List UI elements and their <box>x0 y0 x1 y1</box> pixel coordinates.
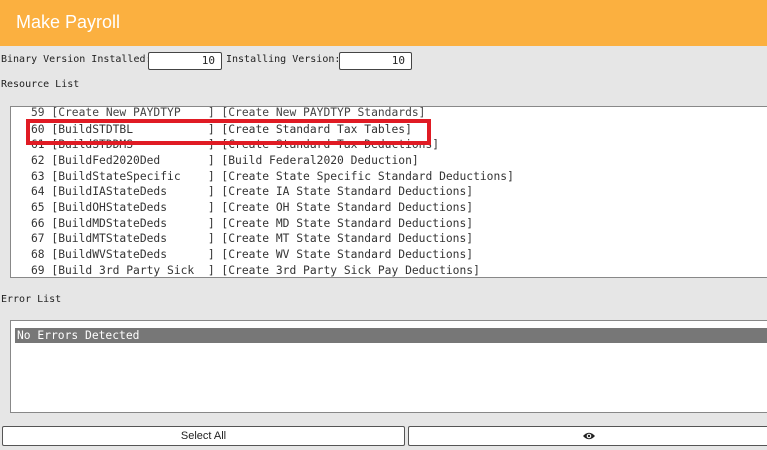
installing-version-label: Installing Version: <box>226 54 341 65</box>
list-item[interactable]: 63 [BuildStateSpecific ] [Create State S… <box>31 169 514 184</box>
list-item[interactable]: 64 [BuildIAStateDeds ] [Create IA State … <box>31 184 473 199</box>
list-item[interactable]: 69 [Build 3rd Party Sick ] [Create 3rd P… <box>31 263 480 277</box>
list-item[interactable]: 62 [BuildFed2020Ded ] [Build Federal2020… <box>31 153 419 168</box>
resource-list-label: Resource List <box>1 79 80 90</box>
view-button[interactable] <box>408 426 767 446</box>
page-title: Make Payroll <box>16 12 121 32</box>
installing-version-field[interactable]: 10 <box>339 52 412 70</box>
list-item[interactable]: 66 [BuildMDStateDeds ] [Create MD State … <box>31 216 473 231</box>
error-list[interactable]: No Errors Detected <box>10 320 767 413</box>
highlight-box <box>26 119 431 145</box>
title-bar: Make Payroll <box>0 0 767 46</box>
list-item[interactable]: 67 [BuildMTStateDeds ] [Create MT State … <box>31 231 473 246</box>
binary-version-field[interactable]: 10 <box>148 52 222 70</box>
list-item[interactable]: 68 [BuildWVStateDeds ] [Create WV State … <box>31 247 473 262</box>
eye-icon <box>582 431 596 441</box>
binary-version-label: Binary Version Installed: <box>1 54 152 65</box>
select-all-button[interactable]: Select All <box>2 426 405 446</box>
resource-list[interactable]: 59 [Create New PAYDTYP ] [Create New PAY… <box>10 106 767 278</box>
list-item[interactable]: 59 [Create New PAYDTYP ] [Create New PAY… <box>31 107 425 120</box>
error-list-label: Error List <box>1 294 62 305</box>
list-item[interactable]: 65 [BuildOHStateDeds ] [Create OH State … <box>31 200 473 215</box>
list-item[interactable]: No Errors Detected <box>15 328 767 343</box>
